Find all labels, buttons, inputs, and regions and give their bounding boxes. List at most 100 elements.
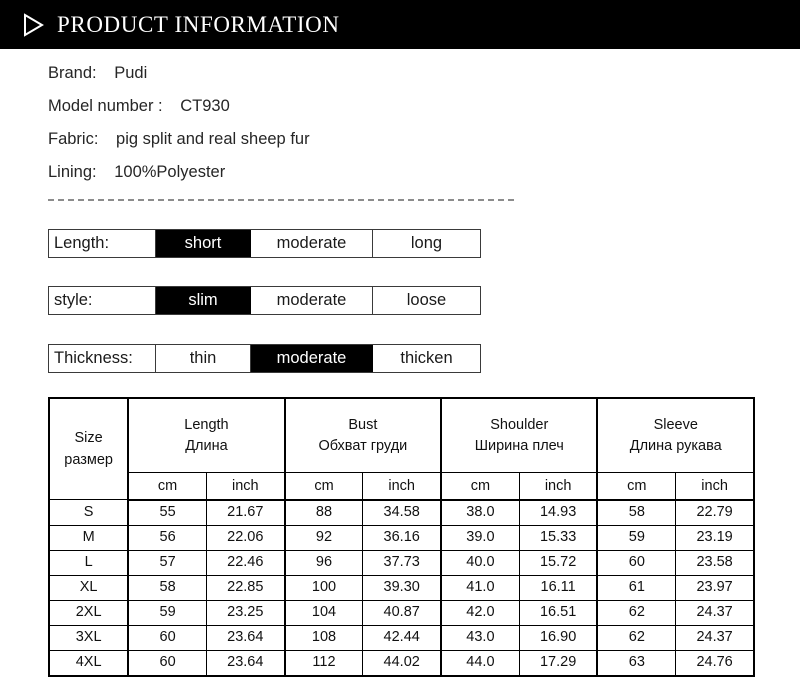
unit-header-bust-inch: inch bbox=[362, 472, 443, 501]
cell-length-inch: 22.46 bbox=[205, 549, 286, 576]
cell-size: XL bbox=[47, 574, 130, 601]
cell-length-inch: 23.64 bbox=[205, 649, 286, 677]
cell-shoulder-cm: 39.0 bbox=[440, 524, 520, 551]
cell-size: S bbox=[47, 499, 130, 526]
size-chart-unit-row: cm inch cm inch cm inch cm inch bbox=[49, 472, 756, 501]
cell-size: 3XL bbox=[47, 624, 130, 651]
cell-bust-inch: 37.73 bbox=[362, 549, 443, 576]
cell-length-inch: 23.25 bbox=[205, 599, 286, 626]
selector-option-length-moderate[interactable]: moderate bbox=[251, 230, 373, 257]
cell-bust-inch: 34.58 bbox=[362, 499, 443, 526]
cell-shoulder-inch: 16.51 bbox=[518, 599, 599, 626]
selector-option-style-loose[interactable]: loose bbox=[373, 287, 480, 314]
spec-label-brand: Brand: bbox=[48, 64, 97, 82]
cell-shoulder-inch: 14.93 bbox=[518, 499, 599, 526]
spec-label-lining: Lining: bbox=[48, 163, 97, 181]
cell-bust-inch: 36.16 bbox=[362, 524, 443, 551]
cell-bust-cm: 112 bbox=[283, 649, 364, 677]
attribute-selector-length: Length: short moderate long bbox=[48, 229, 481, 258]
play-triangle-icon bbox=[24, 12, 44, 37]
spec-row-fabric: Fabric: pig split and real sheep fur bbox=[48, 123, 648, 156]
spec-row-lining: Lining: 100%Polyester bbox=[48, 156, 648, 189]
table-row: XL 58 22.85 100 39.30 41.0 16.11 61 23.9… bbox=[47, 574, 756, 601]
selector-option-thickness-thicken[interactable]: thicken bbox=[373, 345, 480, 372]
selector-label-style: style: bbox=[49, 287, 156, 314]
attribute-selector-thickness: Thickness: thin moderate thicken bbox=[48, 344, 481, 373]
cell-shoulder-cm: 43.0 bbox=[440, 624, 520, 651]
table-row: M 56 22.06 92 36.16 39.0 15.33 59 23.19 bbox=[47, 524, 756, 551]
size-chart-table: Size размер Length Длина Bust Обхват гру… bbox=[47, 397, 756, 677]
cell-length-inch: 22.85 bbox=[205, 574, 286, 601]
unit-header-bust-cm: cm bbox=[283, 472, 364, 501]
selector-option-length-long[interactable]: long bbox=[373, 230, 480, 257]
table-row: 3XL 60 23.64 108 42.44 43.0 16.90 62 24.… bbox=[47, 624, 756, 651]
cell-length-cm: 55 bbox=[127, 499, 207, 526]
unit-header-shoulder-inch: inch bbox=[518, 472, 599, 501]
cell-size: M bbox=[47, 524, 130, 551]
cell-shoulder-inch: 16.11 bbox=[518, 574, 599, 601]
selector-label-thickness: Thickness: bbox=[49, 345, 156, 372]
cell-shoulder-cm: 40.0 bbox=[440, 549, 520, 576]
cell-sleeve-inch: 24.37 bbox=[675, 624, 756, 651]
cell-bust-cm: 92 bbox=[283, 524, 364, 551]
table-row: L 57 22.46 96 37.73 40.0 15.72 60 23.58 bbox=[47, 549, 756, 576]
cell-length-cm: 60 bbox=[127, 624, 207, 651]
column-group-sleeve: Sleeve Длина рукава bbox=[596, 397, 755, 474]
cell-size: 4XL bbox=[47, 649, 130, 677]
product-spec-list: Brand: Pudi Model number : CT930 Fabric:… bbox=[48, 57, 648, 189]
cell-shoulder-inch: 15.72 bbox=[518, 549, 599, 576]
unit-header-shoulder-cm: cm bbox=[440, 472, 520, 501]
section-divider bbox=[48, 199, 514, 201]
product-information-header: PRODUCT INFORMATION bbox=[0, 0, 800, 49]
cell-length-inch: 21.67 bbox=[205, 499, 286, 526]
column-group-length: Length Длина bbox=[127, 397, 286, 474]
cell-sleeve-cm: 63 bbox=[596, 649, 677, 677]
size-chart-body: S 55 21.67 88 34.58 38.0 14.93 58 22.79 … bbox=[47, 499, 756, 677]
cell-sleeve-inch: 22.79 bbox=[675, 499, 756, 526]
unit-header-sleeve-cm: cm bbox=[596, 472, 677, 501]
column-group-shoulder: Shoulder Ширина плеч bbox=[440, 397, 599, 474]
selector-option-style-moderate[interactable]: moderate bbox=[251, 287, 373, 314]
cell-sleeve-inch: 23.19 bbox=[675, 524, 756, 551]
spec-value-lining: 100%Polyester bbox=[114, 163, 226, 181]
cell-sleeve-cm: 59 bbox=[596, 524, 677, 551]
cell-sleeve-cm: 60 bbox=[596, 549, 677, 576]
table-row: S 55 21.67 88 34.58 38.0 14.93 58 22.79 bbox=[47, 499, 756, 526]
cell-sleeve-cm: 62 bbox=[596, 624, 677, 651]
spec-value-fabric: pig split and real sheep fur bbox=[116, 130, 310, 148]
cell-bust-cm: 104 bbox=[283, 599, 364, 626]
spec-label-model-number: Model number : bbox=[48, 97, 163, 115]
cell-size: 2XL bbox=[47, 599, 130, 626]
unit-header-sleeve-inch: inch bbox=[675, 472, 756, 501]
cell-bust-cm: 96 bbox=[283, 549, 364, 576]
cell-shoulder-cm: 44.0 bbox=[440, 649, 520, 677]
cell-bust-inch: 39.30 bbox=[362, 574, 443, 601]
spec-value-model-number: CT930 bbox=[180, 97, 230, 115]
cell-sleeve-inch: 24.76 bbox=[675, 649, 756, 677]
cell-length-cm: 59 bbox=[127, 599, 207, 626]
selector-label-length: Length: bbox=[49, 230, 156, 257]
cell-length-inch: 22.06 bbox=[205, 524, 286, 551]
cell-bust-inch: 40.87 bbox=[362, 599, 443, 626]
size-chart-group-row: Size размер Length Длина Bust Обхват гру… bbox=[47, 397, 755, 500]
selector-option-style-slim[interactable]: slim bbox=[156, 287, 251, 314]
cell-shoulder-cm: 42.0 bbox=[440, 599, 520, 626]
spec-value-brand: Pudi bbox=[114, 64, 148, 82]
table-row: 2XL 59 23.25 104 40.87 42.0 16.51 62 24.… bbox=[47, 599, 756, 626]
selector-option-length-short[interactable]: short bbox=[156, 230, 251, 257]
cell-length-cm: 57 bbox=[127, 549, 207, 576]
selector-option-thickness-thin[interactable]: thin bbox=[156, 345, 251, 372]
cell-sleeve-inch: 24.37 bbox=[675, 599, 756, 626]
spec-row-brand: Brand: Pudi bbox=[48, 57, 648, 90]
cell-length-cm: 58 bbox=[127, 574, 207, 601]
selector-option-thickness-moderate[interactable]: moderate bbox=[251, 345, 373, 372]
cell-shoulder-inch: 15.33 bbox=[518, 524, 599, 551]
cell-sleeve-cm: 58 bbox=[596, 499, 677, 526]
cell-bust-cm: 88 bbox=[283, 499, 364, 526]
cell-sleeve-cm: 61 bbox=[596, 574, 677, 601]
cell-length-cm: 56 bbox=[127, 524, 207, 551]
page-title: PRODUCT INFORMATION bbox=[57, 11, 340, 37]
cell-sleeve-inch: 23.58 bbox=[675, 549, 756, 576]
cell-sleeve-inch: 23.97 bbox=[675, 574, 756, 601]
cell-sleeve-cm: 62 bbox=[596, 599, 677, 626]
